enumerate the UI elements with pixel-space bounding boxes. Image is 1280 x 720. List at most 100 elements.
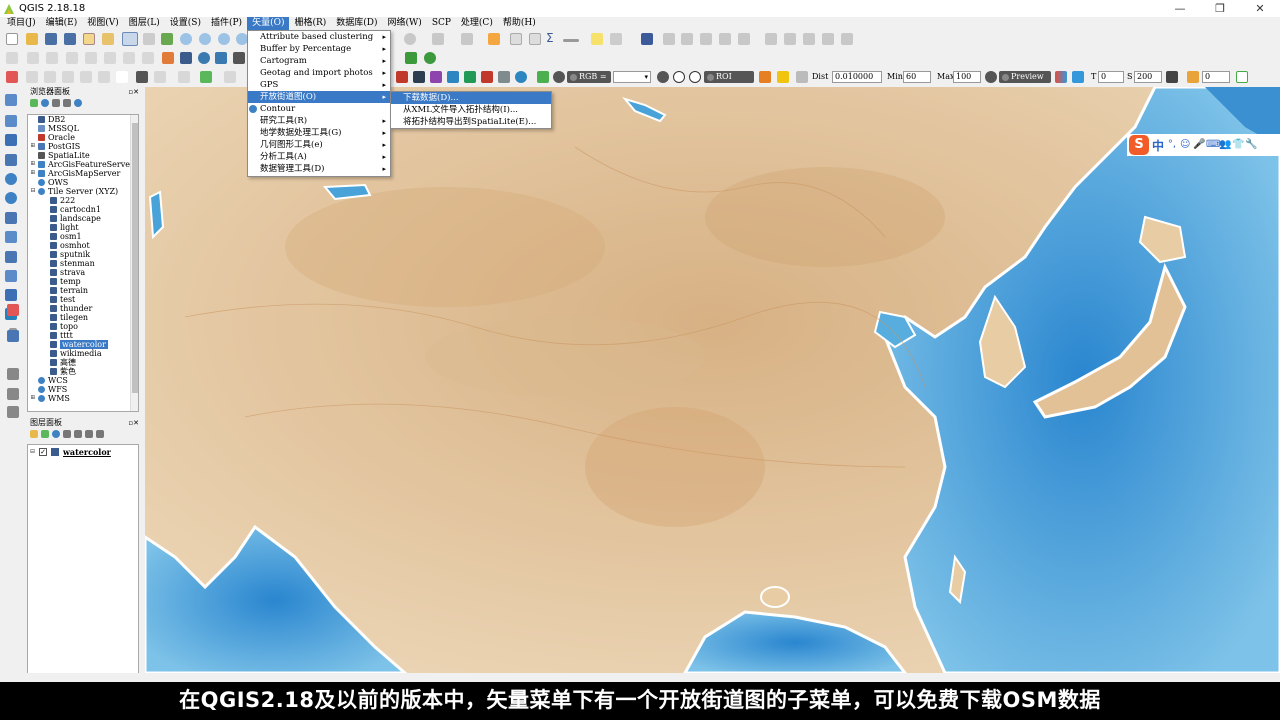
pan-map-icon[interactable] bbox=[143, 33, 155, 45]
gps-icon[interactable] bbox=[7, 330, 19, 342]
browser-tree-item[interactable]: temp bbox=[28, 277, 138, 286]
scp-tool-a-icon[interactable] bbox=[178, 71, 190, 83]
deselect-icon[interactable] bbox=[461, 33, 473, 45]
scp-band-icon[interactable] bbox=[413, 71, 425, 83]
scp-tool-b-icon[interactable] bbox=[200, 71, 212, 83]
scp-roi-zoom-icon[interactable] bbox=[657, 71, 669, 83]
expand-icon[interactable]: ⊞ bbox=[30, 161, 36, 167]
measure-icon[interactable] bbox=[563, 39, 579, 42]
scp-database-icon[interactable] bbox=[1166, 71, 1178, 83]
open-layer-styling-icon[interactable] bbox=[30, 429, 38, 438]
roi-button[interactable]: ROI bbox=[704, 71, 754, 83]
osm-submenu-item[interactable]: 将拓扑结构导出到SpatiaLite(E)... bbox=[391, 116, 551, 128]
vector-menu-item[interactable]: 分析工具(A) ▸ bbox=[248, 151, 390, 163]
scp-sc-icon[interactable] bbox=[62, 71, 74, 83]
osm-submenu-item[interactable]: 下载数据(D)... bbox=[391, 92, 551, 104]
vector-menu-item[interactable]: 几何图形工具(e) ▸ bbox=[248, 139, 390, 151]
menu-5[interactable]: 插件(P) bbox=[206, 17, 247, 30]
filter-legend-icon[interactable] bbox=[63, 429, 71, 438]
browser-tree-item[interactable]: Oracle bbox=[28, 133, 138, 142]
scp-red-icon[interactable] bbox=[396, 71, 408, 83]
browser-tree-item[interactable]: cartocdn1 bbox=[28, 205, 138, 214]
layer-expander-icon[interactable]: ⊟ bbox=[30, 449, 36, 455]
browser-tree-item[interactable]: WFS bbox=[28, 385, 138, 394]
scp-band-set-icon[interactable] bbox=[26, 71, 38, 83]
voice-icon[interactable]: 🎤 bbox=[1193, 140, 1205, 150]
browser-tree-item[interactable]: terrain bbox=[28, 286, 138, 295]
open-project-icon[interactable] bbox=[26, 33, 38, 45]
menu-12[interactable]: 帮助(H) bbox=[498, 17, 541, 30]
reshape-icon[interactable] bbox=[123, 52, 135, 64]
min-input[interactable]: 60 bbox=[903, 71, 931, 83]
properties-icon[interactable] bbox=[74, 98, 82, 107]
vector-menu-item[interactable]: 数据管理工具(D) ▸ bbox=[248, 163, 390, 175]
scp-layers-icon[interactable] bbox=[498, 71, 510, 83]
emoji-icon[interactable]: ☺ bbox=[1180, 140, 1190, 150]
browser-tree-item[interactable]: ⊞ ArcGisFeatureServe bbox=[28, 160, 138, 169]
scp-side-a-icon[interactable] bbox=[7, 368, 19, 380]
dist-input[interactable]: 0.010000 bbox=[832, 71, 882, 83]
menu-6[interactable]: 矢量(O) bbox=[247, 17, 290, 30]
menu-1[interactable]: 编辑(E) bbox=[41, 17, 83, 30]
scp-text-icon[interactable] bbox=[116, 71, 128, 83]
browser-tree-item[interactable]: sputnik bbox=[28, 250, 138, 259]
vector-menu-item[interactable]: Attribute based clustering ▸ bbox=[248, 31, 390, 43]
scp-plot-icon[interactable] bbox=[430, 71, 442, 83]
punctuation-icon[interactable]: °, bbox=[1167, 140, 1177, 150]
add-part-icon[interactable] bbox=[46, 52, 58, 64]
scp-tool-c-icon[interactable] bbox=[224, 71, 236, 83]
scp-roi-show-icon[interactable] bbox=[689, 71, 701, 83]
scp-roi-toggle-icon[interactable] bbox=[673, 71, 685, 83]
menu-7[interactable]: 栅格(R) bbox=[289, 17, 331, 30]
paste-features-icon[interactable] bbox=[841, 33, 853, 45]
max-input[interactable]: 100 bbox=[953, 71, 981, 83]
vector-menu-item[interactable]: 开放街道图(O) ▸ bbox=[248, 91, 390, 103]
add-wcs-icon[interactable] bbox=[215, 52, 227, 64]
python-console-icon[interactable] bbox=[641, 33, 653, 45]
scp-icon[interactable] bbox=[6, 71, 18, 83]
filter-expression-icon[interactable] bbox=[74, 429, 82, 438]
layer-visibility-checkbox[interactable]: ✓ bbox=[39, 448, 47, 456]
add-delimited-layer-icon[interactable] bbox=[5, 231, 17, 243]
new-print-composer-icon[interactable] bbox=[83, 33, 95, 45]
scp-settings-icon[interactable] bbox=[515, 71, 527, 83]
openlayers-icon[interactable] bbox=[405, 52, 417, 64]
keyboard-icon[interactable]: ⌨ bbox=[1206, 140, 1220, 150]
browser-tree-item[interactable]: ⊞ ArcGisMapServer bbox=[28, 169, 138, 178]
close-button[interactable]: ✕ bbox=[1240, 0, 1280, 17]
add-feature-icon[interactable] bbox=[700, 33, 712, 45]
vector-menu-item[interactable]: Contour bbox=[248, 103, 390, 115]
expand-icon[interactable]: ⊞ bbox=[30, 170, 36, 176]
browser-tree-item[interactable]: light bbox=[28, 223, 138, 232]
vector-menu-item[interactable]: Geotag and import photos ▸ bbox=[248, 67, 390, 79]
delete-selected-icon[interactable] bbox=[765, 33, 777, 45]
add-wms-layer-icon[interactable] bbox=[5, 173, 17, 185]
expand-all-icon[interactable] bbox=[85, 429, 93, 438]
add-spatialite-icon[interactable] bbox=[233, 52, 245, 64]
zoom-out-icon[interactable] bbox=[199, 33, 211, 45]
scp-ad-left-icon[interactable] bbox=[7, 304, 19, 316]
add-vector-icon[interactable] bbox=[162, 52, 174, 64]
browser-tree-item[interactable]: MSSQL bbox=[28, 124, 138, 133]
add-wms-icon[interactable] bbox=[198, 52, 210, 64]
menu-2[interactable]: 视图(V) bbox=[82, 17, 124, 30]
cut-features-icon[interactable] bbox=[822, 33, 834, 45]
browser-tree-item[interactable]: tilegen bbox=[28, 313, 138, 322]
osm-submenu-item[interactable]: 从XML文件导入拓扑结构(I)... bbox=[391, 104, 551, 116]
browser-tree-item[interactable]: SpatiaLite bbox=[28, 151, 138, 160]
browser-tree-item[interactable]: WCS bbox=[28, 376, 138, 385]
add-raster-icon[interactable] bbox=[180, 52, 192, 64]
layer-row[interactable]: ⊟ ✓ watercolor bbox=[28, 447, 138, 457]
undo-icon[interactable] bbox=[784, 33, 796, 45]
scp-roi-create-icon[interactable] bbox=[759, 71, 771, 83]
refresh-icon[interactable] bbox=[41, 98, 49, 107]
scp-side-b-icon[interactable] bbox=[7, 388, 19, 400]
add-selected-layers-icon[interactable] bbox=[30, 98, 38, 107]
delete-part-icon[interactable] bbox=[104, 52, 116, 64]
expand-icon[interactable]: ⊞ bbox=[30, 143, 36, 149]
composer-manager-icon[interactable] bbox=[102, 33, 114, 45]
browser-tree-item[interactable]: 222 bbox=[28, 196, 138, 205]
scp-chart-icon[interactable] bbox=[447, 71, 459, 83]
offset-curve-icon[interactable] bbox=[142, 52, 154, 64]
browser-tree-item[interactable]: topo bbox=[28, 322, 138, 331]
